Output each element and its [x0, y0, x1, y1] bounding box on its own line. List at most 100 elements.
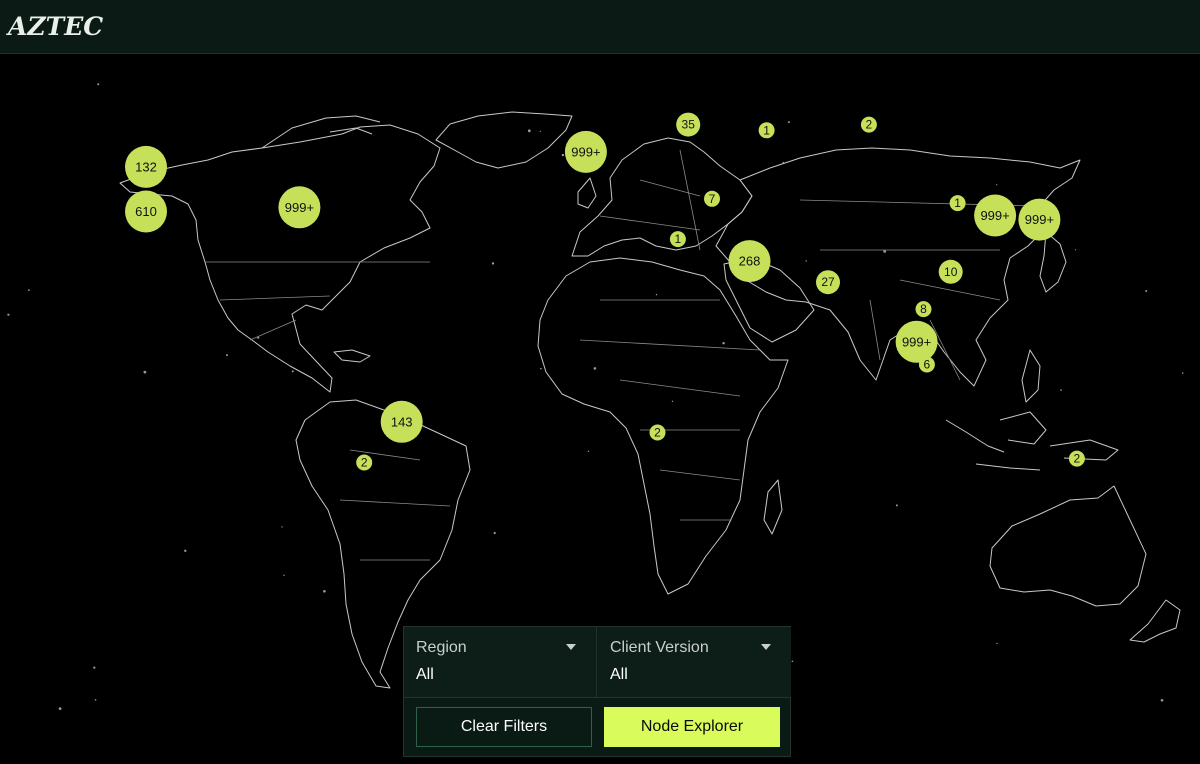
star — [996, 642, 998, 645]
star — [226, 354, 228, 357]
star — [996, 184, 998, 186]
star — [1160, 699, 1164, 702]
star — [561, 153, 565, 157]
cluster-marker[interactable]: 35 — [676, 112, 701, 137]
star — [787, 121, 790, 124]
region-filter-label: Region — [416, 639, 467, 656]
cluster-marker[interactable]: 268 — [728, 240, 771, 283]
cluster-marker-count: 610 — [135, 204, 157, 219]
star — [655, 294, 658, 296]
cluster-marker-count: 268 — [739, 254, 761, 269]
cluster-marker-count: 6 — [924, 358, 931, 372]
star — [283, 574, 285, 576]
panel-divider — [404, 697, 790, 698]
cluster-marker-count: 2 — [866, 118, 873, 132]
star — [805, 260, 807, 262]
cluster-marker[interactable]: 999+ — [974, 194, 1017, 237]
star — [93, 666, 96, 669]
cluster-marker-count: 2 — [1074, 452, 1081, 466]
cluster-marker[interactable]: 999+ — [895, 320, 938, 363]
new-zealand-outline — [1129, 599, 1181, 643]
aztec-logo[interactable]: AZTEC — [8, 13, 103, 41]
cluster-marker-count: 7 — [709, 192, 716, 206]
top-bar: AZTEC — [0, 0, 1200, 54]
cluster-marker[interactable]: 143 — [380, 400, 423, 443]
star — [593, 367, 597, 370]
cluster-marker-count: 999+ — [902, 334, 931, 349]
star — [539, 130, 542, 132]
star — [58, 707, 62, 710]
cluster-marker-count: 2 — [361, 456, 368, 470]
star — [491, 262, 495, 265]
cluster-marker-count: 999+ — [980, 208, 1009, 223]
cluster-marker[interactable]: 999+ — [278, 186, 321, 229]
greenland-outline — [435, 111, 573, 169]
japan-outline — [1039, 231, 1067, 293]
cluster-marker[interactable]: 999+ — [1018, 198, 1061, 241]
client-version-filter-select[interactable]: Client Version All — [598, 627, 791, 697]
star — [184, 549, 187, 552]
north-america-outline — [119, 124, 441, 393]
cluster-marker-count: 1 — [954, 196, 961, 210]
star — [791, 660, 794, 663]
cluster-marker[interactable]: 132 — [125, 145, 167, 188]
star — [28, 289, 30, 291]
clear-filters-button[interactable]: Clear Filters — [416, 707, 592, 747]
star — [94, 699, 97, 701]
star — [1060, 389, 1062, 391]
cluster-marker-count: 1 — [675, 232, 682, 246]
cluster-marker[interactable]: 8 — [915, 301, 932, 318]
client-version-dropdown-caret-icon — [761, 644, 771, 650]
region-dropdown-caret-icon — [566, 644, 576, 650]
star — [671, 400, 674, 402]
star — [7, 313, 10, 316]
node-explorer-button[interactable]: Node Explorer — [604, 707, 780, 747]
region-filter-select[interactable]: Region All — [404, 627, 597, 697]
cluster-marker[interactable]: 1 — [949, 195, 966, 212]
star — [143, 370, 147, 374]
star — [323, 590, 326, 593]
cluster-marker[interactable]: 610 — [125, 190, 167, 233]
indonesia-outline — [945, 411, 1119, 471]
star — [493, 531, 496, 535]
caribbean — [333, 349, 371, 363]
cluster-marker[interactable]: 2 — [1068, 450, 1085, 467]
cluster-marker-count: 1 — [763, 123, 770, 137]
cluster-marker-count: 143 — [391, 414, 413, 429]
filter-panel: Region All Client Version All Clear Filt… — [403, 626, 791, 757]
cluster-marker[interactable]: 27 — [816, 270, 840, 295]
star — [587, 450, 590, 452]
cluster-marker[interactable]: 1 — [669, 231, 686, 248]
client-version-filter-label: Client Version — [610, 639, 709, 656]
cluster-marker[interactable]: 2 — [649, 424, 666, 441]
cluster-marker[interactable]: 6 — [918, 356, 935, 373]
region-filter-value: All — [416, 666, 434, 683]
cluster-marker[interactable]: 1 — [758, 122, 775, 139]
cluster-marker-count: 10 — [944, 265, 958, 279]
star — [1181, 372, 1184, 374]
cluster-marker-count: 35 — [682, 118, 696, 132]
cluster-marker-count: 999+ — [1025, 212, 1054, 227]
star — [895, 504, 898, 507]
star — [97, 83, 100, 86]
philippines-outline — [1021, 349, 1041, 403]
world-continents — [119, 111, 1181, 689]
star — [291, 370, 294, 373]
cluster-marker[interactable]: 7 — [704, 190, 720, 207]
background-stars — [7, 83, 1184, 710]
cluster-marker[interactable]: 999+ — [564, 130, 607, 173]
cluster-marker-count: 132 — [135, 159, 157, 174]
cluster-marker[interactable]: 2 — [356, 454, 373, 471]
client-version-filter-value: All — [610, 666, 628, 683]
star — [281, 526, 283, 528]
madagascar-outline — [763, 479, 783, 535]
star — [722, 342, 725, 345]
star — [540, 367, 542, 370]
cluster-marker-count: 999+ — [285, 200, 314, 215]
cluster-marker[interactable]: 2 — [860, 116, 877, 133]
star — [527, 129, 531, 133]
cluster-marker[interactable]: 10 — [938, 259, 963, 284]
cluster-marker-count: 8 — [920, 302, 927, 316]
canada-islands — [261, 115, 381, 149]
australia-outline — [989, 485, 1147, 607]
